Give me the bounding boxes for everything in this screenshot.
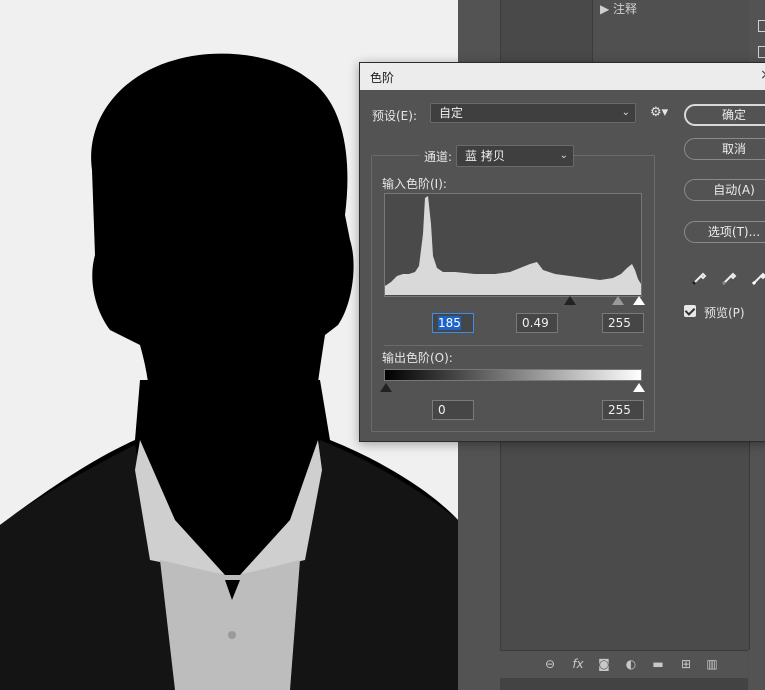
preset-settings-icon[interactable]: ⚙▾	[650, 105, 668, 120]
channel-value: 蓝 拷贝	[465, 149, 505, 163]
fx-icon[interactable]: fx	[570, 657, 586, 671]
adjustment-icon[interactable]: ◐	[623, 657, 639, 671]
gray-point-eyedropper-icon[interactable]	[720, 267, 740, 287]
panel-bottom-bar	[500, 678, 748, 690]
group-divider	[384, 345, 642, 346]
levels-dialog: 色阶 × 预设(E): 自定 ⌄ ⚙▾ 确定 取消 自动(A) 选项(T)...…	[359, 62, 765, 442]
folder-icon[interactable]: ▬	[650, 657, 666, 671]
input-highlight-field[interactable]: 255	[602, 313, 644, 333]
preview-checkbox[interactable]	[684, 305, 696, 317]
auto-button[interactable]: 自动(A)	[684, 179, 765, 201]
histogram	[384, 193, 642, 297]
mask-icon[interactable]: ◙	[596, 657, 612, 671]
channel-label: 通道:	[420, 148, 457, 165]
trash-icon[interactable]: ▥	[704, 657, 720, 671]
chevron-down-icon: ⌄	[621, 107, 630, 118]
input-highlight-slider[interactable]	[633, 296, 645, 305]
input-levels-label: 输入色阶(I):	[382, 177, 447, 191]
options-button[interactable]: 选项(T)...	[684, 221, 765, 243]
output-highlight-slider[interactable]	[633, 383, 645, 392]
panel-toggle-icon[interactable]	[758, 20, 765, 32]
preset-value: 自定	[439, 106, 464, 120]
dialog-title: 色阶	[370, 71, 395, 85]
input-shadow-slider[interactable]	[564, 296, 576, 305]
input-midtone-slider[interactable]	[612, 296, 624, 305]
output-shadow-slider[interactable]	[380, 383, 392, 392]
panel-toggle-icon-2[interactable]	[758, 46, 765, 58]
channel-dropdown[interactable]: 蓝 拷贝 ⌄	[456, 145, 574, 167]
histogram-graph	[385, 196, 641, 295]
notes-tab[interactable]: ▶ 注释	[600, 0, 637, 17]
output-gradient-bar	[384, 369, 642, 381]
ok-button[interactable]: 确定	[684, 104, 765, 126]
output-highlight-field[interactable]: 255	[602, 400, 644, 420]
input-midtone-field[interactable]: 0.49	[516, 313, 558, 333]
cancel-button[interactable]: 取消	[684, 138, 765, 160]
chevron-down-icon: ⌄	[559, 150, 568, 161]
close-icon[interactable]: ×	[760, 67, 765, 83]
input-shadow-field[interactable]: 185	[432, 313, 474, 333]
new-layer-icon[interactable]: ⊞	[678, 657, 694, 671]
layers-panel-footer: ⊖ fx ◙ ◐ ▬ ⊞ ▥	[500, 650, 748, 679]
black-point-eyedropper-icon[interactable]	[690, 267, 710, 287]
preset-label: 预设(E):	[372, 109, 417, 123]
white-point-eyedropper-icon[interactable]	[750, 267, 765, 287]
output-shadow-field[interactable]: 0	[432, 400, 474, 420]
preset-dropdown[interactable]: 自定 ⌄	[430, 103, 636, 123]
output-levels-label: 输出色阶(O):	[382, 351, 453, 365]
link-icon[interactable]: ⊖	[542, 657, 558, 671]
preview-label: 预览(P)	[704, 306, 745, 320]
dialog-titlebar[interactable]: 色阶 ×	[360, 63, 765, 90]
layers-panel	[500, 440, 750, 650]
